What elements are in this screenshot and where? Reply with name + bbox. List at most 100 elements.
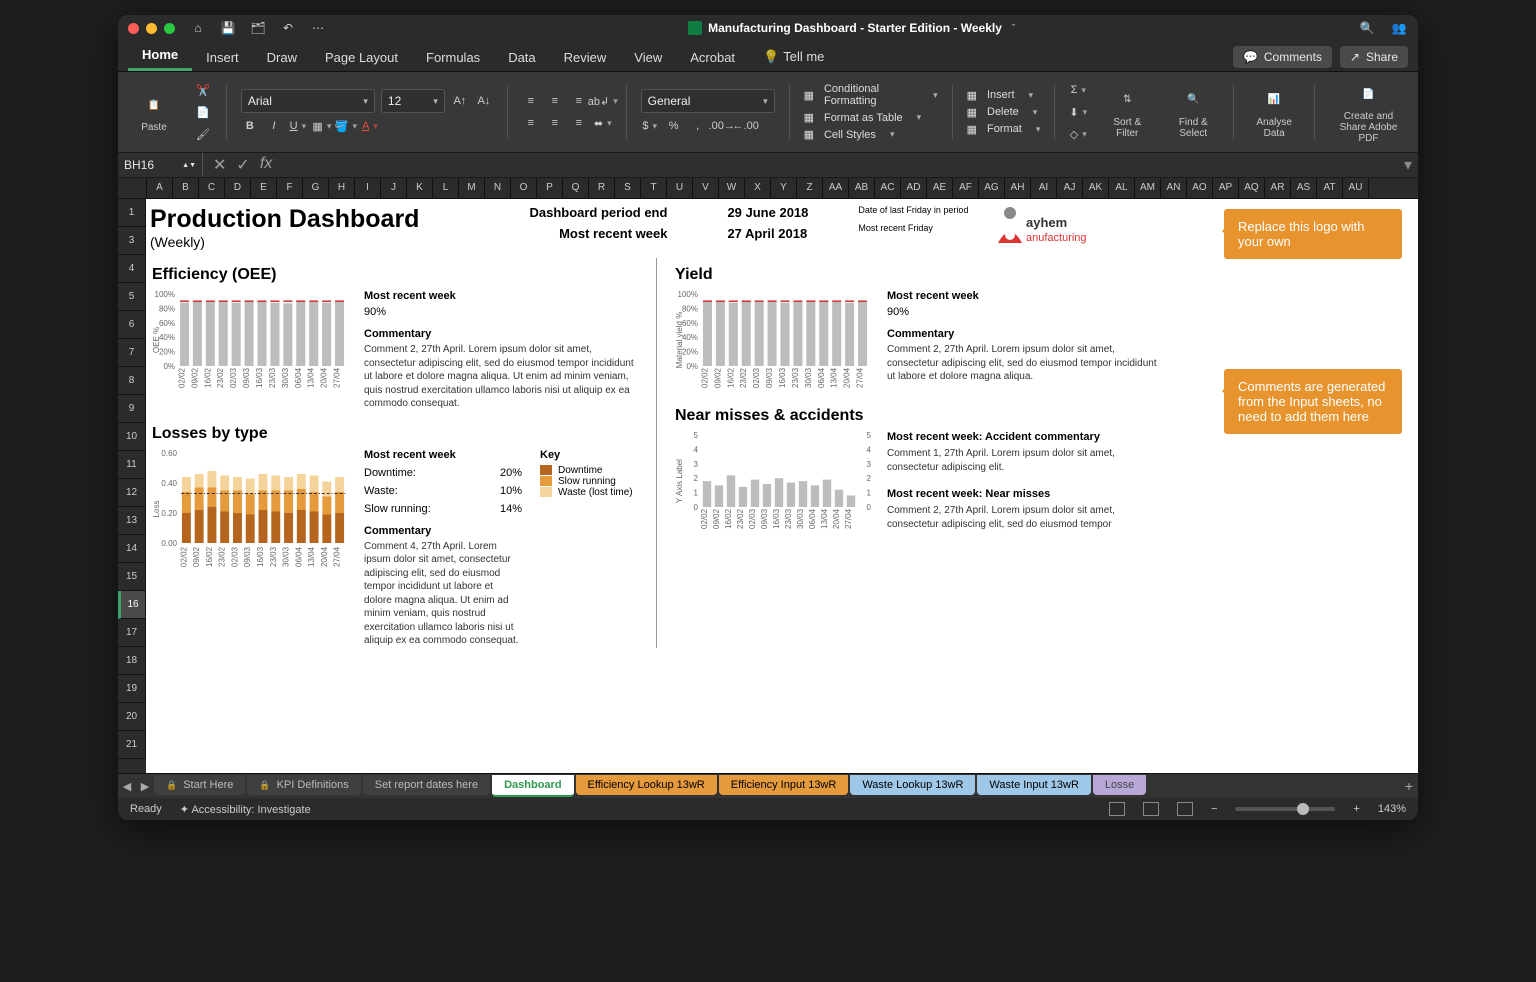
select-all-corner[interactable] bbox=[118, 178, 147, 198]
column-header[interactable]: AE bbox=[927, 178, 953, 198]
view-page-break-icon[interactable] bbox=[1177, 802, 1193, 816]
column-header[interactable]: AN bbox=[1161, 178, 1187, 198]
align-left-icon[interactable]: ≡ bbox=[522, 114, 540, 132]
column-header[interactable]: W bbox=[719, 178, 745, 198]
column-header[interactable]: X bbox=[745, 178, 771, 198]
column-header[interactable]: K bbox=[407, 178, 433, 198]
autosave-icon[interactable]: 🗂 bbox=[249, 19, 267, 37]
find-select-button[interactable]: 🔍Find & Select bbox=[1167, 86, 1219, 139]
column-header[interactable]: Z bbox=[797, 178, 823, 198]
column-header[interactable]: AA bbox=[823, 178, 849, 198]
row-header[interactable]: 14 bbox=[118, 535, 146, 563]
tab-data[interactable]: Data bbox=[494, 44, 549, 71]
font-color-icon[interactable]: A▾ bbox=[361, 117, 379, 135]
format-painter-icon[interactable]: 🖌 bbox=[194, 125, 212, 143]
more-quick-icon[interactable]: ⋯ bbox=[309, 19, 327, 37]
merge-icon[interactable]: ⬌▾ bbox=[594, 114, 612, 132]
column-header[interactable]: L bbox=[433, 178, 459, 198]
row-header[interactable]: 18 bbox=[118, 647, 146, 675]
column-header[interactable]: G bbox=[303, 178, 329, 198]
format-cells-button[interactable]: ▦Format▾ bbox=[967, 123, 1041, 136]
column-header[interactable]: A bbox=[147, 178, 173, 198]
column-header[interactable]: Y bbox=[771, 178, 797, 198]
zoom-in-button[interactable]: + bbox=[1353, 803, 1359, 815]
delete-cells-button[interactable]: ▦Delete▾ bbox=[967, 106, 1038, 119]
save-icon[interactable]: 💾 bbox=[219, 19, 237, 37]
tab-review[interactable]: Review bbox=[550, 44, 621, 71]
row-header[interactable]: 12 bbox=[118, 479, 146, 507]
column-header[interactable]: R bbox=[589, 178, 615, 198]
sheet-tab[interactable]: Dashboard bbox=[492, 775, 573, 797]
column-header[interactable]: AP bbox=[1213, 178, 1239, 198]
column-header[interactable]: C bbox=[199, 178, 225, 198]
analyse-data-button[interactable]: 📊Analyse Data bbox=[1248, 86, 1300, 139]
align-right-icon[interactable]: ≡ bbox=[570, 114, 588, 132]
format-as-table-button[interactable]: ▦Format as Table▾ bbox=[804, 111, 922, 124]
align-bottom-icon[interactable]: ≡ bbox=[570, 92, 588, 110]
formula-input[interactable] bbox=[282, 153, 1404, 177]
tab-formulas[interactable]: Formulas bbox=[412, 44, 494, 71]
column-header[interactable]: U bbox=[667, 178, 693, 198]
column-header[interactable]: AC bbox=[875, 178, 901, 198]
column-header[interactable]: P bbox=[537, 178, 563, 198]
tab-insert[interactable]: Insert bbox=[192, 44, 253, 71]
align-top-icon[interactable]: ≡ bbox=[522, 92, 540, 110]
copy-icon[interactable]: 📄 bbox=[194, 103, 212, 121]
fill-icon[interactable]: ⬇▾ bbox=[1069, 103, 1087, 121]
comments-button[interactable]: 💬 Comments bbox=[1233, 46, 1332, 68]
zoom-window-button[interactable] bbox=[164, 23, 175, 34]
font-select[interactable]: Arial▾ bbox=[241, 89, 375, 113]
italic-icon[interactable]: I bbox=[265, 117, 283, 135]
row-header[interactable]: 3 bbox=[118, 227, 146, 255]
column-header[interactable]: AB bbox=[849, 178, 875, 198]
font-size-select[interactable]: 12▾ bbox=[381, 89, 445, 113]
zoom-slider[interactable] bbox=[1235, 807, 1335, 811]
column-header[interactable]: AT bbox=[1317, 178, 1343, 198]
tab-view[interactable]: View bbox=[620, 44, 676, 71]
conditional-formatting-button[interactable]: ▦Conditional Formatting▾ bbox=[804, 83, 938, 107]
column-header[interactable]: O bbox=[511, 178, 537, 198]
underline-icon[interactable]: U▾ bbox=[289, 117, 307, 135]
row-header[interactable]: 17 bbox=[118, 619, 146, 647]
close-window-button[interactable] bbox=[128, 23, 139, 34]
row-header[interactable]: 20 bbox=[118, 703, 146, 731]
row-headers[interactable]: 13456789101112131415161718192021 bbox=[118, 199, 146, 773]
column-header[interactable]: AM bbox=[1135, 178, 1161, 198]
sheet-tab[interactable]: Set report dates here bbox=[363, 775, 490, 795]
column-header[interactable]: AR bbox=[1265, 178, 1291, 198]
accept-formula-icon[interactable]: ✓ bbox=[236, 155, 249, 175]
adobe-pdf-button[interactable]: 📄Create and Share Adobe PDF bbox=[1329, 80, 1408, 144]
name-box[interactable]: BH16▲▼ bbox=[118, 153, 203, 177]
row-header[interactable]: 6 bbox=[118, 311, 146, 339]
column-header[interactable]: AS bbox=[1291, 178, 1317, 198]
cut-icon[interactable]: ✂️ bbox=[194, 81, 212, 99]
number-format-select[interactable]: General▾ bbox=[641, 89, 775, 113]
paste-button[interactable]: 📋 Paste bbox=[128, 91, 180, 133]
sort-filter-button[interactable]: ⇅Sort & Filter bbox=[1101, 86, 1153, 139]
tab-home[interactable]: Home bbox=[128, 41, 192, 71]
column-header[interactable]: AF bbox=[953, 178, 979, 198]
row-header[interactable]: 16 bbox=[118, 591, 146, 619]
tab-nav-left[interactable]: ◀ bbox=[118, 780, 136, 793]
zoom-out-button[interactable]: − bbox=[1211, 803, 1217, 815]
bold-icon[interactable]: B bbox=[241, 117, 259, 135]
column-header[interactable]: AK bbox=[1083, 178, 1109, 198]
accessibility-status[interactable]: ✦ Accessibility: Investigate bbox=[180, 803, 311, 816]
percent-icon[interactable]: % bbox=[665, 117, 683, 135]
row-header[interactable]: 9 bbox=[118, 395, 146, 423]
cell-styles-button[interactable]: ▦Cell Styles▾ bbox=[804, 128, 895, 141]
column-header[interactable]: M bbox=[459, 178, 485, 198]
column-header[interactable]: B bbox=[173, 178, 199, 198]
row-header[interactable]: 10 bbox=[118, 423, 146, 451]
row-header[interactable]: 11 bbox=[118, 451, 146, 479]
sheet-tab[interactable]: Losse bbox=[1093, 775, 1146, 795]
column-header[interactable]: S bbox=[615, 178, 641, 198]
tab-page-layout[interactable]: Page Layout bbox=[311, 44, 412, 71]
sheet-tab[interactable]: KPI Definitions bbox=[247, 775, 360, 795]
increase-decimal-icon[interactable]: .00→ bbox=[713, 117, 731, 135]
fx-icon[interactable]: fx bbox=[260, 155, 272, 175]
row-header[interactable]: 5 bbox=[118, 283, 146, 311]
minimize-window-button[interactable] bbox=[146, 23, 157, 34]
sheet-tab[interactable]: Waste Lookup 13wR bbox=[850, 775, 975, 795]
column-header[interactable]: AQ bbox=[1239, 178, 1265, 198]
